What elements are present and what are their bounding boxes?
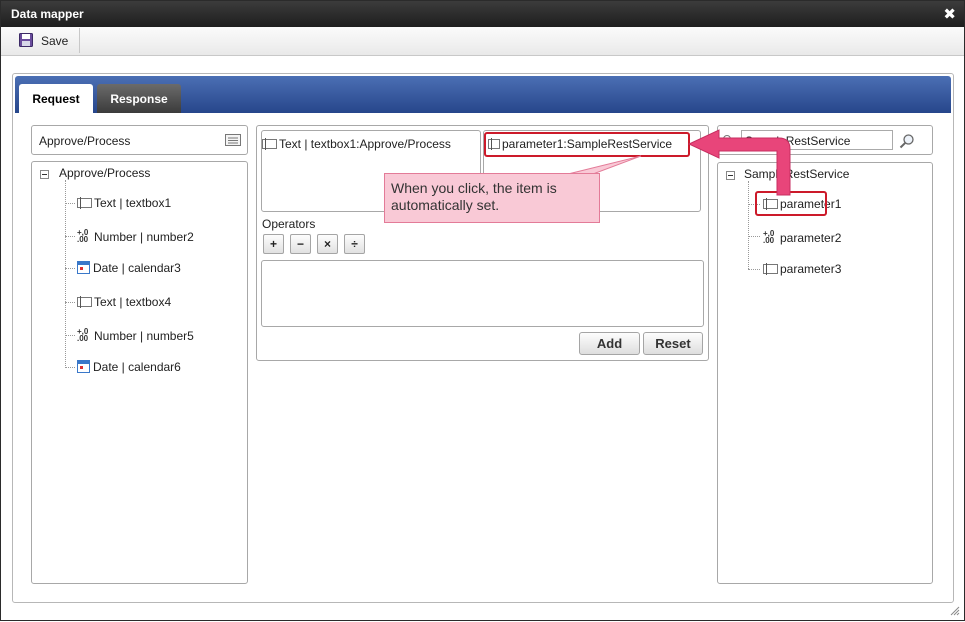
- text-field-remove-icon: [262, 138, 277, 150]
- tab-bar: Request Response: [15, 76, 951, 113]
- right-item-label: parameter3: [780, 262, 842, 276]
- tree-connector: [65, 180, 66, 366]
- left-item-label: Date | calendar6: [93, 360, 181, 374]
- left-selector[interactable]: Approve/Process: [31, 125, 248, 155]
- minus-button[interactable]: −: [290, 234, 311, 254]
- right-search: SampleRestService: [717, 125, 933, 155]
- right-tree-root[interactable]: SampleRestService: [744, 167, 849, 181]
- text-field-icon: [77, 197, 92, 209]
- search-icon-small: [723, 135, 734, 146]
- collapse-icon[interactable]: [40, 170, 49, 179]
- tree-connector: [65, 367, 75, 368]
- close-icon[interactable]: ✖: [943, 5, 956, 23]
- toolbar: Save: [1, 27, 964, 56]
- left-tree-item[interactable]: Date | calendar6: [77, 360, 181, 374]
- annotation-callout: When you click, the item is automaticall…: [384, 173, 600, 223]
- text-field-icon: [77, 296, 92, 308]
- text-field-icon: [763, 263, 778, 275]
- left-tree-item[interactable]: +,0.00 Number | number2: [77, 228, 194, 245]
- reset-button[interactable]: Reset: [643, 332, 703, 355]
- left-tree-root[interactable]: Approve/Process: [59, 166, 150, 180]
- tree-connector: [65, 302, 75, 303]
- left-item-label: Text | textbox4: [94, 295, 172, 309]
- left-tree-item[interactable]: Text | textbox4: [77, 295, 171, 309]
- tree-connector: [65, 203, 75, 204]
- tree-connector: [65, 236, 75, 237]
- calendar-icon: [77, 360, 90, 373]
- multiply-button[interactable]: ×: [317, 234, 338, 254]
- divide-button[interactable]: ÷: [344, 234, 365, 254]
- tab-response[interactable]: Response: [97, 84, 181, 113]
- tab-request[interactable]: Request: [19, 84, 93, 113]
- operators-label: Operators: [262, 217, 316, 231]
- collapse-icon[interactable]: [726, 171, 735, 180]
- save-label: Save: [41, 34, 69, 48]
- plus-button[interactable]: +: [263, 234, 284, 254]
- source-item[interactable]: Text | textbox1:Approve/Process: [262, 137, 451, 151]
- save-icon: [19, 33, 33, 47]
- left-item-label: Date | calendar3: [93, 261, 181, 275]
- left-tree-item[interactable]: Date | calendar3: [77, 261, 181, 275]
- resize-grip-icon[interactable]: [950, 606, 960, 616]
- right-item-label: parameter2: [780, 231, 842, 245]
- tree-connector: [748, 269, 760, 270]
- number-field-icon: +,0.00: [763, 229, 775, 245]
- number-field-icon: +,0.00: [77, 228, 89, 244]
- right-tree: SampleRestService parameter1 +,0.00 param…: [717, 162, 933, 584]
- left-tree-item[interactable]: Text | textbox1: [77, 196, 171, 210]
- add-button[interactable]: Add: [579, 332, 640, 355]
- search-icon[interactable]: [899, 133, 915, 149]
- calendar-icon: [77, 261, 90, 274]
- expression-area[interactable]: [261, 260, 704, 327]
- save-button[interactable]: Save: [9, 28, 80, 53]
- left-selector-value: Approve/Process: [39, 134, 131, 148]
- right-tree-item[interactable]: +,0.00 parameter2: [763, 229, 842, 246]
- window-title: Data mapper: [11, 7, 84, 21]
- left-item-label: Number | number2: [94, 230, 194, 244]
- search-input-value: SampleRestService: [745, 134, 851, 148]
- list-icon[interactable]: [225, 134, 241, 146]
- tree-connector: [65, 268, 75, 269]
- tree-connector: [748, 236, 760, 237]
- tree-connector: [748, 181, 749, 269]
- parameter1-highlight: [755, 191, 827, 216]
- number-field-icon: +,0.00: [77, 327, 89, 343]
- right-tree-item[interactable]: parameter3: [763, 262, 841, 276]
- title-bar: Data mapper ✖: [1, 1, 964, 27]
- left-item-label: Number | number5: [94, 329, 194, 343]
- left-tree: Approve/Process Text | textbox1 +,0.00 Nu…: [31, 161, 248, 584]
- tree-connector: [65, 335, 75, 336]
- left-tree-item[interactable]: +,0.00 Number | number5: [77, 327, 194, 344]
- search-input[interactable]: SampleRestService: [741, 130, 893, 150]
- target-highlight: [484, 132, 690, 157]
- left-item-label: Text | textbox1: [94, 196, 172, 210]
- data-mapper-window: Data mapper ✖ Save Request Response Appr…: [0, 0, 965, 621]
- source-item-label: Text | textbox1:Approve/Process: [279, 137, 451, 151]
